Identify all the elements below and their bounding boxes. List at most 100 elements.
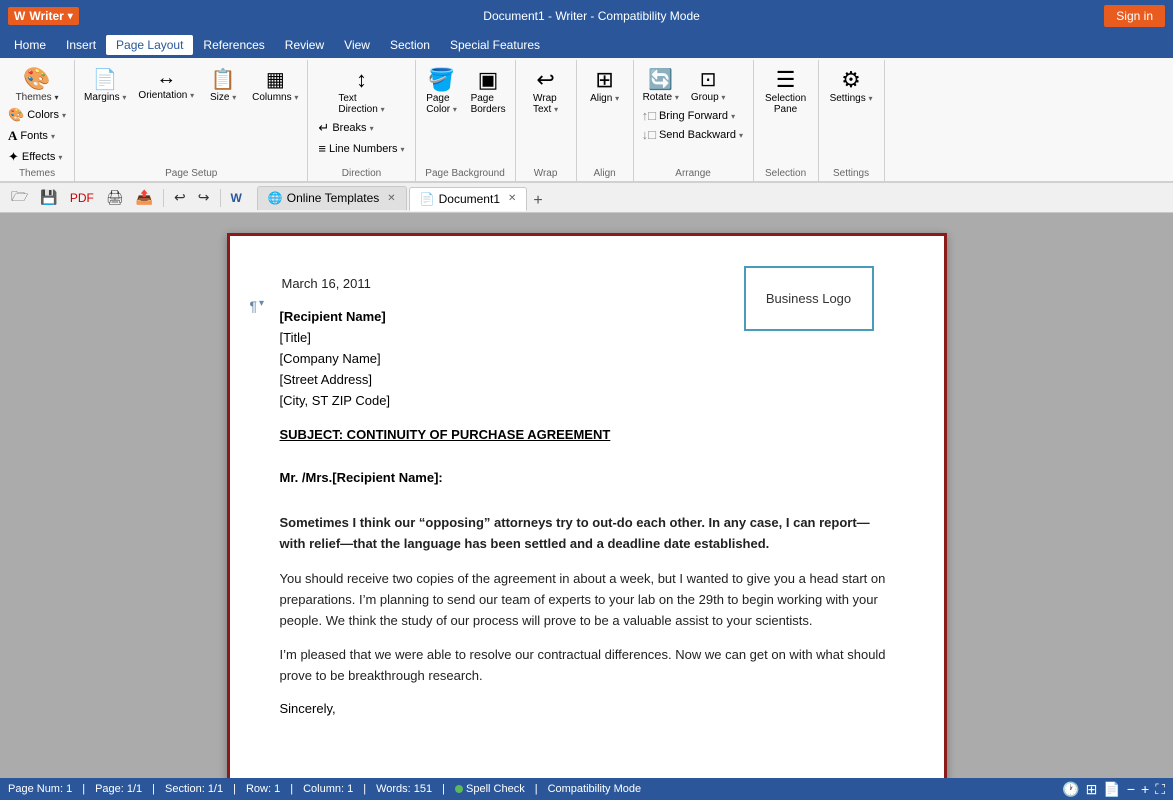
- bring-forward-icon: ↑□: [642, 108, 656, 123]
- ribbon-group-selection: ☰ SelectionPane Selection: [754, 60, 819, 181]
- page-color-button[interactable]: 🪣 PageColor ▾: [420, 64, 464, 118]
- menu-view[interactable]: View: [334, 35, 380, 55]
- fonts-button[interactable]: A Fonts ▾: [4, 126, 70, 146]
- tab-doc1-label: Document1: [439, 192, 500, 206]
- paragraph-1: Sometimes I think our “opposing” attorne…: [280, 513, 894, 555]
- paragraph-2: You should receive two copies of the agr…: [280, 569, 894, 631]
- paragraph-2-text: You should receive two copies of the agr…: [280, 571, 886, 628]
- menu-section[interactable]: Section: [380, 35, 440, 55]
- document-page: Business Logo ¶ ▾ March 16, 2011 [Recipi…: [227, 233, 947, 778]
- writer-logo[interactable]: W Writer Writer ▾: [8, 7, 79, 25]
- tab-doc1-close[interactable]: ✕: [508, 193, 516, 204]
- size-button[interactable]: 📋 Size ▾: [201, 64, 245, 106]
- tab-add-button[interactable]: +: [529, 192, 546, 210]
- paragraph-3-text: I’m pleased that we were able to resolve…: [280, 647, 886, 683]
- fonts-icon: A: [8, 128, 17, 144]
- sincerely: Sincerely,: [280, 701, 894, 716]
- status-plus-icon[interactable]: +: [1141, 781, 1149, 797]
- status-grid-icon[interactable]: ⊞: [1086, 781, 1098, 798]
- page-inner: Business Logo ¶ ▾ March 16, 2011 [Recipi…: [280, 276, 894, 716]
- tab-online-close[interactable]: ✕: [387, 193, 395, 204]
- recipient-street: [Street Address]: [280, 370, 894, 391]
- menu-home[interactable]: Home: [4, 35, 56, 55]
- text-direction-group-label: Direction: [342, 168, 381, 179]
- menu-special-features[interactable]: Special Features: [440, 35, 550, 55]
- send-backward-button[interactable]: ↓□ Send Backward ▾: [638, 125, 749, 144]
- effects-label: Effects ▾: [22, 151, 63, 163]
- status-separator-2: |: [152, 783, 155, 795]
- selection-pane-button[interactable]: ☰ SelectionPane: [760, 64, 812, 118]
- colors-icon: 🎨: [8, 107, 24, 123]
- rotate-icon: 🔄: [648, 67, 673, 92]
- settings-group-label: Settings: [833, 168, 869, 179]
- rotate-button[interactable]: 🔄 Rotate ▾: [638, 64, 684, 106]
- effects-button[interactable]: ✦ Effects ▾: [4, 147, 70, 167]
- sign-in-button[interactable]: Sign in: [1104, 5, 1165, 27]
- menu-page-layout[interactable]: Page Layout: [106, 35, 193, 55]
- group-button[interactable]: ⊡ Group ▾: [686, 64, 731, 106]
- toolbar-writer-icon[interactable]: W: [226, 189, 247, 207]
- orientation-icon: ↔: [156, 67, 176, 90]
- page-color-group-label: Page Background: [425, 168, 505, 179]
- align-icon: ⊞: [595, 67, 613, 93]
- status-words: Words: 151: [376, 783, 432, 795]
- wrap-text-button[interactable]: ↩ WrapText ▾: [522, 64, 570, 118]
- page-setup-group-label: Page Setup: [165, 168, 217, 179]
- group-label: Group ▾: [691, 92, 726, 103]
- themes-label: Themes ▾: [16, 92, 59, 103]
- align-label: Align ▾: [590, 93, 619, 104]
- ribbon-group-themes: 🎨 Themes ▾ 🎨 Colors ▾ A Fonts ▾ ✦ Effect…: [0, 60, 75, 181]
- toolbar-print[interactable]: 🖨: [101, 187, 129, 208]
- status-clock-icon[interactable]: 🕐: [1062, 781, 1079, 798]
- toolbar-undo[interactable]: ↩: [169, 187, 191, 208]
- themes-button[interactable]: 🎨 Themes ▾: [12, 64, 63, 105]
- colors-button[interactable]: 🎨 Colors ▾: [4, 105, 70, 125]
- align-button[interactable]: ⊞ Align ▾: [583, 64, 627, 107]
- size-label: Size ▾: [210, 92, 236, 103]
- toolbar-folder[interactable]: 🗁: [6, 184, 33, 212]
- status-bar-right: 🕐 ⊞ 📄 − + ⛶: [1062, 781, 1165, 798]
- menu-references[interactable]: References: [193, 35, 274, 55]
- menu-review[interactable]: Review: [275, 35, 334, 55]
- toolbar-redo[interactable]: ↪: [193, 187, 215, 208]
- text-direction-button[interactable]: ↕ TextDirection ▾: [333, 64, 389, 118]
- status-page-view-icon[interactable]: 📄: [1103, 781, 1120, 798]
- menu-insert[interactable]: Insert: [56, 35, 106, 55]
- settings-button[interactable]: ⚙ Settings ▾: [825, 64, 878, 107]
- ribbon-group-settings: ⚙ Settings ▾ Settings: [819, 60, 885, 181]
- para-marker-area: ¶ ▾: [250, 298, 265, 314]
- status-separator-7: |: [535, 783, 538, 795]
- size-icon: 📋: [211, 67, 236, 92]
- orientation-button[interactable]: ↔ Orientation ▾: [133, 64, 199, 104]
- ribbon-group-arrange: 🔄 Rotate ▾ ⊡ Group ▾ ↑□ Bring Forward ▾ …: [634, 60, 754, 181]
- writer-app-label: Writer: [29, 9, 63, 23]
- bring-forward-button[interactable]: ↑□ Bring Forward ▾: [638, 106, 749, 125]
- colors-label: Colors ▾: [27, 109, 66, 121]
- document-area: Business Logo ¶ ▾ March 16, 2011 [Recipi…: [0, 213, 1173, 778]
- writer-dropdown-arrow[interactable]: ▾: [68, 11, 73, 22]
- toolbar-save[interactable]: 💾: [35, 187, 62, 208]
- status-section: Section: 1/1: [165, 783, 223, 795]
- recipient-company: [Company Name]: [280, 349, 894, 370]
- fonts-label: Fonts ▾: [20, 130, 55, 142]
- status-bar-left: Page Num: 1 | Page: 1/1 | Section: 1/1 |…: [8, 783, 641, 795]
- status-separator-1: |: [82, 783, 85, 795]
- toolbar-export[interactable]: 📤: [131, 187, 158, 208]
- status-page: Page: 1/1: [95, 783, 142, 795]
- line-numbers-button[interactable]: ≡ Line Numbers ▾: [314, 139, 408, 158]
- tab-document1[interactable]: 📄 Document1 ✕: [409, 187, 528, 211]
- tab-online-templates[interactable]: 🌐 Online Templates ✕: [257, 186, 407, 210]
- para-marker-dropdown[interactable]: ▾: [259, 298, 264, 314]
- title-bar: W Writer Writer ▾ Document1 - Writer - C…: [0, 0, 1173, 32]
- spell-check-dot: [455, 785, 463, 793]
- status-fullscreen-icon[interactable]: ⛶: [1155, 781, 1165, 798]
- margins-button[interactable]: 📄 Margins ▾: [79, 64, 131, 106]
- status-separator-4: |: [290, 783, 293, 795]
- columns-button[interactable]: ▦ Columns ▾: [247, 64, 303, 106]
- toolbar-pdf[interactable]: PDF: [65, 189, 99, 207]
- page-borders-button[interactable]: ▣ PageBorders: [466, 64, 511, 118]
- breaks-button[interactable]: ↵ Breaks ▾: [314, 118, 408, 138]
- settings-icon: ⚙: [841, 67, 861, 93]
- status-minus-icon[interactable]: −: [1127, 781, 1135, 797]
- para-marker-icon: ¶: [250, 298, 258, 314]
